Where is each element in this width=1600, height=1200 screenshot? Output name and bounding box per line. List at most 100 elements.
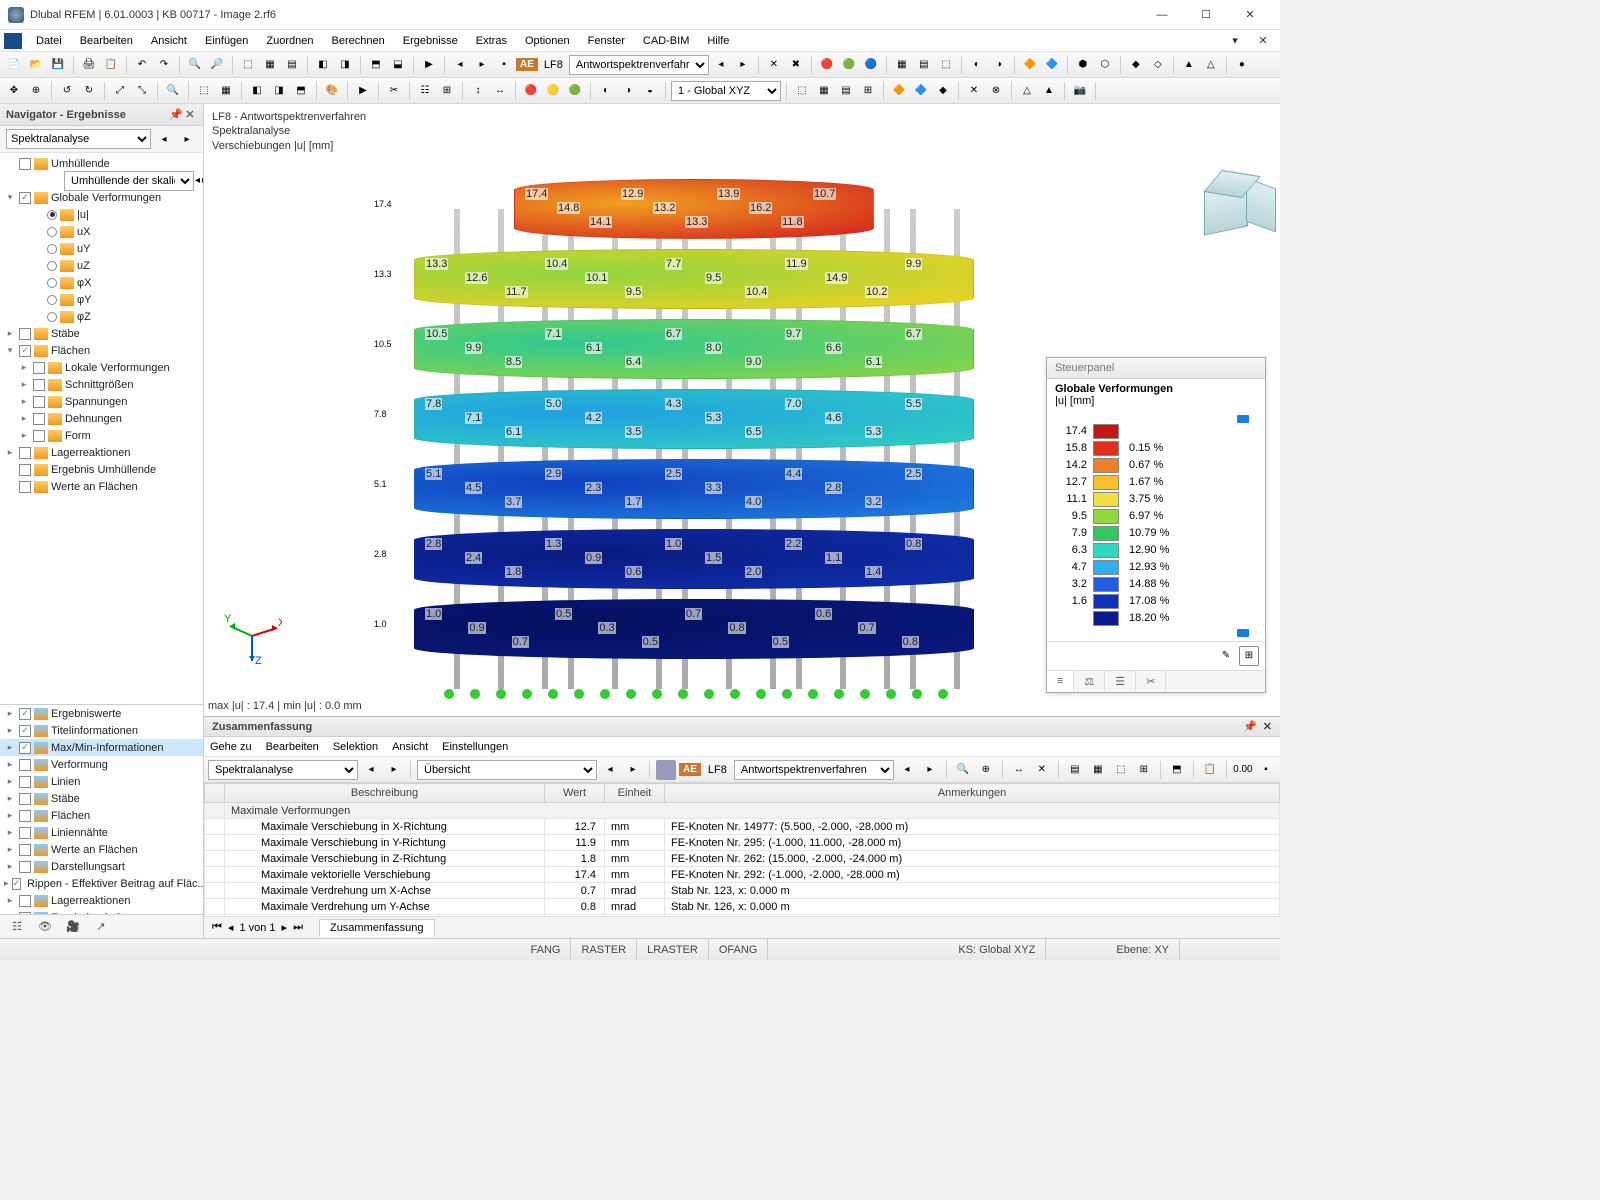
tree-item[interactable]: Umhüllende	[0, 155, 203, 172]
table-row[interactable]: Maximale Verdrehung um X-Achse0.7mradSta…	[205, 883, 1280, 899]
tree-item[interactable]: ▸Dehnungen	[0, 410, 203, 427]
toolbar-icon[interactable]: 🔍	[953, 760, 973, 780]
tree-item[interactable]: ▾✓Globale Verformungen	[0, 189, 203, 206]
control-panel-header[interactable]: Steuerpanel	[1047, 358, 1265, 379]
loadcase-select[interactable]: Antwortspektrenverfahren	[569, 55, 709, 75]
status-ebene[interactable]: Ebene: XY	[1106, 939, 1180, 960]
table-row[interactable]: Maximale Verschiebung in X-Richtung12.7m…	[205, 819, 1280, 835]
toolbar-icon[interactable]: ✥	[4, 81, 24, 101]
menu-ergebnisse[interactable]: Ergebnisse	[395, 33, 466, 49]
toolbar-icon[interactable]: ⬚	[792, 81, 812, 101]
minimize-button[interactable]: —	[1140, 1, 1184, 29]
toolbar-icon[interactable]: 🔴	[817, 55, 837, 75]
toolbar-icon[interactable]: ⬒	[291, 81, 311, 101]
coordinate-system-select[interactable]: 1 - Global XYZ	[671, 81, 781, 101]
toolbar-icon[interactable]: 🔶	[1020, 55, 1040, 75]
summary-tab[interactable]: Zusammenfassung	[319, 919, 435, 937]
tree-item[interactable]: ▸✓Titelinformationen	[0, 722, 203, 739]
menu-optionen[interactable]: Optionen	[517, 33, 578, 49]
sum-prev-icon[interactable]: ◂	[361, 760, 381, 780]
table-row[interactable]: Maximale vektorielle Verschiebung17.4mmF…	[205, 867, 1280, 883]
toolbar-icon[interactable]: ▦	[260, 55, 280, 75]
table-row[interactable]: Maximale Verschiebung in Z-Richtung1.8mm…	[205, 851, 1280, 867]
toolbar-icon[interactable]: ●	[1232, 55, 1252, 75]
page-next-icon[interactable]: ▸	[282, 921, 288, 934]
summary-view-select[interactable]: Übersicht	[417, 760, 597, 780]
results-tree[interactable]: UmhüllendeUmhüllende der skaliert...◂▸▾✓…	[0, 153, 203, 704]
toolbar-icon[interactable]: ▶	[419, 55, 439, 75]
menu-dropdown-icon[interactable]: ▾	[1222, 32, 1248, 50]
tree-item[interactable]: |u|	[0, 206, 203, 223]
tree-item[interactable]: Ergebnis Umhüllende	[0, 461, 203, 478]
toolbar-icon[interactable]: ◑	[989, 55, 1009, 75]
tree-item[interactable]: ▸✓Rippen - Effektiver Beitrag auf Fläc..…	[0, 875, 203, 892]
toolbar-icon[interactable]: ◒	[640, 81, 660, 101]
menu-zuordnen[interactable]: Zuordnen	[258, 33, 321, 49]
toolbar-icon[interactable]: ↻	[79, 81, 99, 101]
toolbar-icon[interactable]: ▤	[1065, 760, 1085, 780]
toolbar-icon[interactable]: ◧	[247, 81, 267, 101]
toolbar-icon[interactable]: ▲	[1039, 81, 1059, 101]
toolbar-icon[interactable]: ⬒	[1167, 760, 1187, 780]
nav-tab-data-icon[interactable]: ☷	[6, 918, 28, 936]
view-cube[interactable]	[1196, 173, 1266, 243]
tree-item[interactable]: uY	[0, 240, 203, 257]
toolbar-icon[interactable]: ☷	[415, 81, 435, 101]
nav-next-icon[interactable]: ▸	[177, 129, 197, 149]
tree-item[interactable]: ▸Darstellungsart	[0, 858, 203, 875]
menu-datei[interactable]: Datei	[28, 33, 70, 49]
toolbar-icon[interactable]: ◂	[450, 55, 470, 75]
toolbar-icon[interactable]: ⬚	[194, 81, 214, 101]
toolbar-icon[interactable]: ▪	[1256, 760, 1276, 780]
tree-item[interactable]: φY	[0, 291, 203, 308]
toolbar-icon[interactable]: ⬢	[1073, 55, 1093, 75]
toolbar-icon[interactable]: 🖨	[79, 55, 99, 75]
toolbar-icon[interactable]: ✂	[384, 81, 404, 101]
toolbar-icon[interactable]: ⊗	[986, 81, 1006, 101]
snap-ofang[interactable]: OFANG	[709, 939, 769, 960]
toolbar-icon[interactable]: ↕	[468, 81, 488, 101]
menu-einfuegen[interactable]: Einfügen	[197, 33, 256, 49]
toolbar-icon[interactable]: 🔍	[185, 55, 205, 75]
page-last-icon[interactable]: ⏭	[293, 921, 303, 934]
toolbar-icon[interactable]: ▸	[472, 55, 492, 75]
toolbar-icon[interactable]: 🔷	[911, 81, 931, 101]
toolbar-icon[interactable]: ◂	[711, 55, 731, 75]
toolbar-icon[interactable]: ▦	[216, 81, 236, 101]
tree-item[interactable]: ▸Lagerreaktionen	[0, 892, 203, 909]
tree-item[interactable]: uZ	[0, 257, 203, 274]
toolbar-icon[interactable]: ↷	[154, 55, 174, 75]
toolbar-icon[interactable]: ⬚	[936, 55, 956, 75]
tree-item[interactable]: ▸Linien	[0, 773, 203, 790]
toolbar-icon[interactable]: ▤	[282, 55, 302, 75]
table-row[interactable]: Maximale Verschiebung in Y-Richtung11.9m…	[205, 835, 1280, 851]
toolbar-icon[interactable]: ⊕	[976, 760, 996, 780]
summary-analysis-select[interactable]: Spektralanalyse	[208, 760, 358, 780]
toolbar-icon[interactable]: ✕	[964, 81, 984, 101]
toolbar-icon[interactable]: ◆	[933, 81, 953, 101]
tree-item[interactable]: φZ	[0, 308, 203, 325]
toolbar-icon[interactable]: 0.00	[1233, 760, 1253, 780]
page-first-icon[interactable]: ⏮	[212, 921, 222, 934]
tree-item[interactable]: ▸Werte an Flächen	[0, 841, 203, 858]
toolbar-icon[interactable]: 🔵	[861, 55, 881, 75]
toolbar-icon[interactable]: ▤	[914, 55, 934, 75]
nav-tab-eye-icon[interactable]: 👁	[34, 918, 56, 936]
summary-pin-icon[interactable]: 📌	[1243, 720, 1257, 733]
snap-lraster[interactable]: LRASTER	[637, 939, 709, 960]
legend-toggle-icon[interactable]: ⊞	[1239, 646, 1259, 666]
toolbar-icon[interactable]: ⊞	[437, 81, 457, 101]
toolbar-icon[interactable]: ◧	[313, 55, 333, 75]
tree-item[interactable]: ▸Flächen	[0, 807, 203, 824]
toolbar-icon[interactable]: 🔷	[1042, 55, 1062, 75]
toolbar-icon[interactable]: ⤡	[132, 81, 152, 101]
toolbar-icon[interactable]: ◐	[596, 81, 616, 101]
toolbar-icon[interactable]: 💾	[48, 55, 68, 75]
toolbar-icon[interactable]: 🔴	[521, 81, 541, 101]
maximize-button[interactable]: ☐	[1184, 1, 1228, 29]
toolbar-icon[interactable]: 🔍	[163, 81, 183, 101]
toolbar-icon[interactable]: ⬡	[1095, 55, 1115, 75]
tree-item[interactable]: ▾✓Flächen	[0, 342, 203, 359]
toolbar-icon[interactable]: 🟢	[839, 55, 859, 75]
snap-fang[interactable]: FANG	[521, 939, 572, 960]
